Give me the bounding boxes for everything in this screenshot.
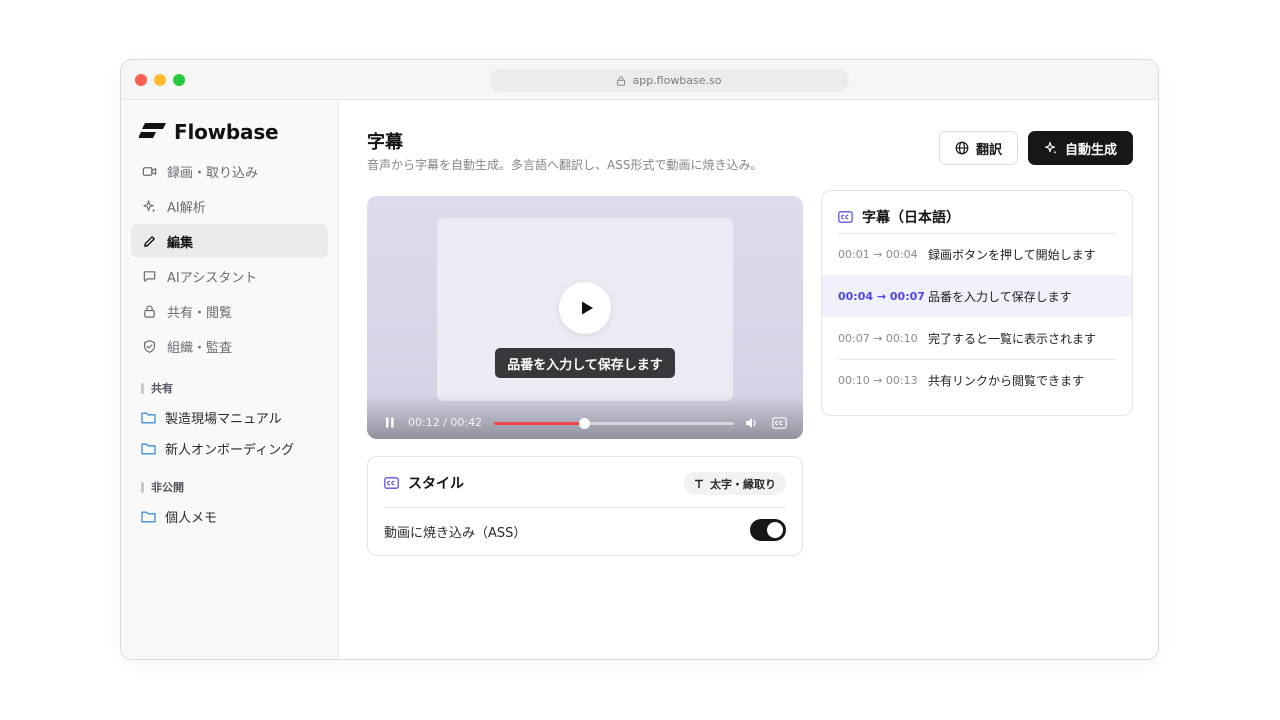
chat-icon bbox=[143, 270, 156, 282]
lock-icon bbox=[617, 76, 626, 86]
globe-icon bbox=[955, 141, 969, 155]
folder-item-manufacturing-manual[interactable]: 製造現場マニュアル bbox=[141, 408, 282, 427]
closed-captions-icon bbox=[384, 477, 399, 489]
sidebar-item-label: 録画・取り込み bbox=[167, 165, 259, 181]
browser-window: app.flowbase.so Flowbase 録画・取り込み AI解析 編集… bbox=[120, 59, 1159, 660]
subtitles-card-header: 字幕（日本語） bbox=[838, 207, 960, 227]
subtitle-row[interactable]: 00:04 → 00:07 品番を入力して保存します bbox=[822, 275, 1132, 317]
section-marker bbox=[141, 382, 144, 394]
close-window-button[interactable] bbox=[135, 74, 147, 86]
subtitle-timecode: 00:07 → 00:10 bbox=[838, 331, 918, 345]
section-label-private: 非公開 bbox=[141, 479, 184, 495]
subtitle-timecode: 00:04 → 00:07 bbox=[838, 289, 925, 303]
sparkle-icon bbox=[1044, 141, 1057, 154]
sidebar-item-label: AIアシスタント bbox=[167, 270, 258, 286]
font-style-chip-label: 太字・縁取り bbox=[710, 477, 776, 491]
text-format-icon bbox=[695, 479, 703, 488]
page-description: 音声から字幕を自動生成。多言語へ翻訳し、ASS形式で動画に焼き込み。 bbox=[367, 158, 763, 172]
sidebar-item-label: 組織・監査 bbox=[167, 340, 233, 356]
sidebar-item-recording[interactable]: 録画・取り込み bbox=[131, 154, 328, 188]
subtitle-timecode: 00:01 → 00:04 bbox=[838, 247, 918, 261]
burn-in-label: 動画に焼き込み（ASS） bbox=[384, 526, 527, 541]
play-icon bbox=[581, 301, 593, 315]
sidebar-item-label: 編集 bbox=[167, 235, 194, 251]
folder-label: 個人メモ bbox=[165, 511, 218, 526]
brand-name: Flowbase bbox=[174, 120, 279, 144]
sparkle-icon bbox=[143, 199, 156, 213]
video-player[interactable]: 品番を入力して保存します 00:12 / 00:42 bbox=[367, 196, 803, 439]
url-text: app.flowbase.so bbox=[632, 74, 722, 87]
sidebar-item-edit[interactable]: 編集 bbox=[131, 224, 328, 258]
sidebar-nav: 録画・取り込み AI解析 編集 AIアシスタント 共有・閲覧 組織・監査 bbox=[131, 154, 328, 364]
subtitle-list: 00:01 → 00:04 録画ボタンを押して開始します 00:04 → 00:07… bbox=[822, 233, 1132, 401]
folder-item-personal-memo[interactable]: 個人メモ bbox=[141, 507, 217, 526]
style-card-header: スタイル bbox=[384, 473, 464, 493]
folder-label: 新人オンボーディング bbox=[165, 443, 295, 458]
auto-generate-button-label: 自動生成 bbox=[1064, 142, 1117, 158]
subtitle-text: 録画ボタンを押して開始します bbox=[928, 247, 1096, 262]
seek-bar-handle[interactable] bbox=[579, 418, 591, 429]
player-controls: 00:12 / 00:42 bbox=[367, 395, 803, 439]
closed-captions-icon[interactable] bbox=[772, 417, 787, 429]
subtitles-card: 字幕（日本語） 00:01 → 00:04 録画ボタンを押して開始します 00:04… bbox=[821, 190, 1133, 416]
section-label-text: 非公開 bbox=[151, 481, 184, 494]
main-content: 字幕 音声から字幕を自動生成。多言語へ翻訳し、ASS形式で動画に焼き込み。 翻訳… bbox=[340, 100, 1158, 659]
folder-item-onboarding[interactable]: 新人オンボーディング bbox=[141, 439, 294, 458]
maximize-window-button[interactable] bbox=[173, 74, 185, 86]
folder-label: 製造現場マニュアル bbox=[165, 412, 282, 427]
sidebar-item-ai-assistant[interactable]: AIアシスタント bbox=[131, 259, 328, 293]
brand-logo[interactable]: Flowbase bbox=[139, 120, 279, 144]
seek-bar-progress bbox=[494, 422, 585, 425]
sidebar: Flowbase 録画・取り込み AI解析 編集 AIアシスタント 共有・閲覧 bbox=[121, 100, 339, 659]
style-card: スタイル 太字・縁取り 動画に焼き込み（ASS） bbox=[367, 456, 803, 556]
time-display: 00:12 / 00:42 bbox=[408, 416, 483, 429]
flowbase-logo-icon bbox=[139, 123, 166, 138]
address-bar[interactable]: app.flowbase.so bbox=[489, 69, 849, 92]
folder-icon bbox=[141, 443, 156, 455]
subtitle-text: 共有リンクから閲覧できます bbox=[928, 373, 1085, 388]
divider bbox=[384, 507, 786, 508]
minimize-window-button[interactable] bbox=[154, 74, 166, 86]
section-label-shared: 共有 bbox=[141, 380, 173, 396]
sidebar-item-ai-analysis[interactable]: AI解析 bbox=[131, 189, 328, 223]
folder-icon bbox=[141, 412, 156, 424]
video-icon bbox=[142, 166, 157, 176]
section-marker bbox=[141, 481, 144, 493]
font-style-chip[interactable]: 太字・縁取り bbox=[684, 472, 786, 495]
volume-icon[interactable] bbox=[745, 417, 758, 429]
sidebar-item-label: AI解析 bbox=[167, 200, 206, 216]
subtitles-card-title: 字幕（日本語） bbox=[862, 210, 960, 226]
lock-icon bbox=[144, 305, 155, 318]
subtitle-text: 完了すると一覧に表示されます bbox=[928, 331, 1097, 346]
pencil-icon bbox=[144, 235, 155, 247]
section-label-text: 共有 bbox=[151, 382, 173, 395]
subtitle-row[interactable]: 00:07 → 00:10 完了すると一覧に表示されます bbox=[822, 317, 1132, 359]
browser-titlebar: app.flowbase.so bbox=[121, 60, 1158, 100]
sidebar-item-organization[interactable]: 組織・監査 bbox=[131, 329, 328, 363]
caption-overlay: 品番を入力して保存します bbox=[495, 348, 675, 378]
closed-captions-icon bbox=[838, 211, 853, 223]
subtitle-text: 品番を入力して保存します bbox=[928, 289, 1072, 304]
shield-icon bbox=[144, 339, 155, 353]
style-card-title: スタイル bbox=[408, 476, 464, 492]
burn-in-toggle[interactable] bbox=[750, 519, 786, 541]
translate-button[interactable]: 翻訳 bbox=[939, 131, 1018, 165]
play-button[interactable] bbox=[559, 282, 611, 334]
seek-bar[interactable] bbox=[494, 418, 734, 429]
subtitle-row[interactable]: 00:10 → 00:13 共有リンクから閲覧できます bbox=[822, 359, 1132, 401]
auto-generate-button[interactable]: 自動生成 bbox=[1028, 131, 1133, 165]
translate-button-label: 翻訳 bbox=[975, 142, 1002, 158]
subtitle-timecode: 00:10 → 00:13 bbox=[838, 373, 918, 387]
sidebar-item-sharing[interactable]: 共有・閲覧 bbox=[131, 294, 328, 328]
subtitle-row[interactable]: 00:01 → 00:04 録画ボタンを押して開始します bbox=[822, 233, 1132, 275]
pause-icon[interactable] bbox=[385, 417, 395, 428]
folder-icon bbox=[141, 511, 156, 523]
page-title: 字幕 bbox=[367, 132, 403, 153]
sidebar-item-label: 共有・閲覧 bbox=[167, 305, 233, 321]
